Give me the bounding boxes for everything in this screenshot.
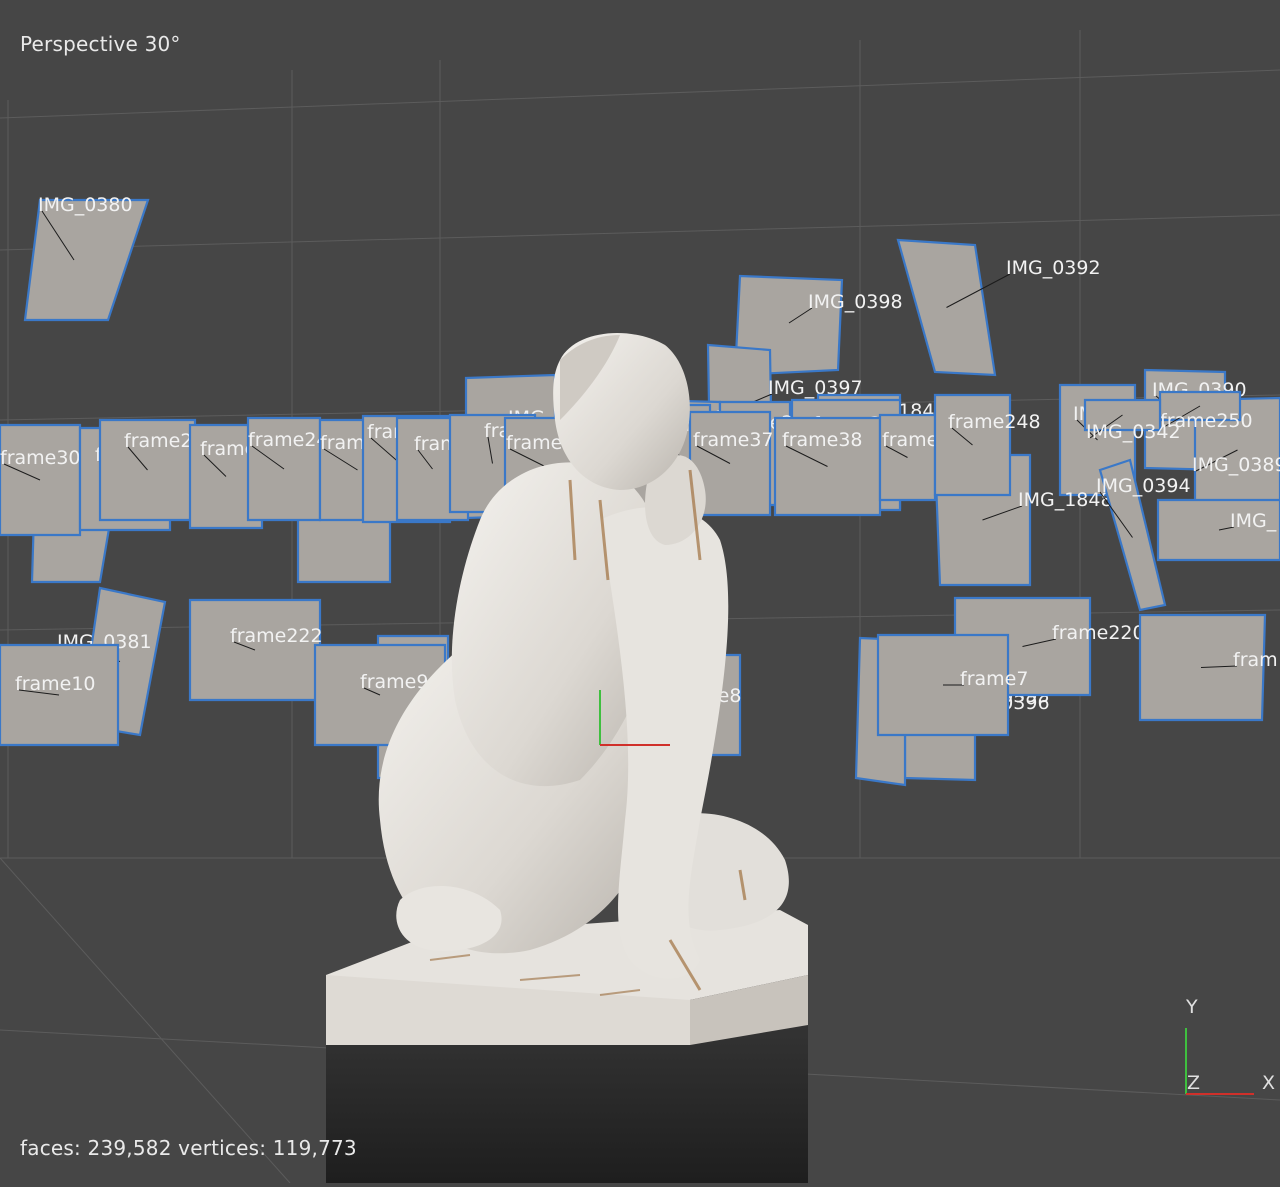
camera-label: frame37 — [693, 429, 774, 451]
mesh-stats: faces: 239,582 vertices: 119,773 — [20, 1136, 357, 1160]
camera-label: frame9 — [360, 671, 428, 693]
camera-label: IMG_0394 — [1096, 475, 1191, 497]
camera-fram[interactable]: fram — [1138, 613, 1278, 722]
camera-img-0380[interactable]: IMG_0380 — [23, 194, 150, 322]
camera-img-[interactable]: IMG_ — [1156, 498, 1280, 562]
axis-x-label: X — [1262, 1072, 1275, 1094]
camera-label: IMG_0380 — [38, 194, 133, 216]
camera-label: frame30 — [0, 447, 81, 469]
camera-thumbnail-image — [25, 200, 148, 320]
camera-label: frame248 — [948, 411, 1041, 433]
axis-gizmo: Y Z X — [1185, 996, 1275, 1095]
camera-frame38[interactable]: frame38 — [773, 416, 882, 517]
camera-label: IMG_0392 — [1006, 257, 1101, 279]
camera-label: IMG_0398 — [808, 291, 903, 313]
camera-label: frame38 — [782, 429, 863, 451]
camera-label: frame10 — [15, 673, 96, 695]
axis-z-label: Z — [1187, 1072, 1200, 1094]
camera-label: fram — [1233, 649, 1278, 671]
camera-label: frame220 — [1052, 622, 1145, 644]
view-mode-label[interactable]: Perspective 30° — [20, 32, 181, 56]
camera-frame10[interactable]: frame10 — [0, 643, 120, 747]
camera-label: frame222 — [230, 625, 323, 647]
camera-label: IMG_ — [1230, 510, 1277, 532]
camera-label: IMG_0389 — [1192, 454, 1280, 476]
camera-frame7[interactable]: frame7 — [876, 633, 1028, 737]
camera-img-0392[interactable]: IMG_0392 — [896, 238, 1101, 377]
camera-frame30[interactable]: frame30 — [0, 423, 82, 537]
3d-viewport[interactable]: IMG_0380IMG_0392IMG_0398IMG_0397IMG_1843… — [0, 0, 1280, 1184]
axis-y-label: Y — [1185, 996, 1198, 1018]
camera-frame222[interactable]: frame222 — [188, 598, 323, 702]
camera-label: IMG_0342 — [1086, 421, 1181, 443]
camera-label: frame7 — [960, 668, 1028, 690]
